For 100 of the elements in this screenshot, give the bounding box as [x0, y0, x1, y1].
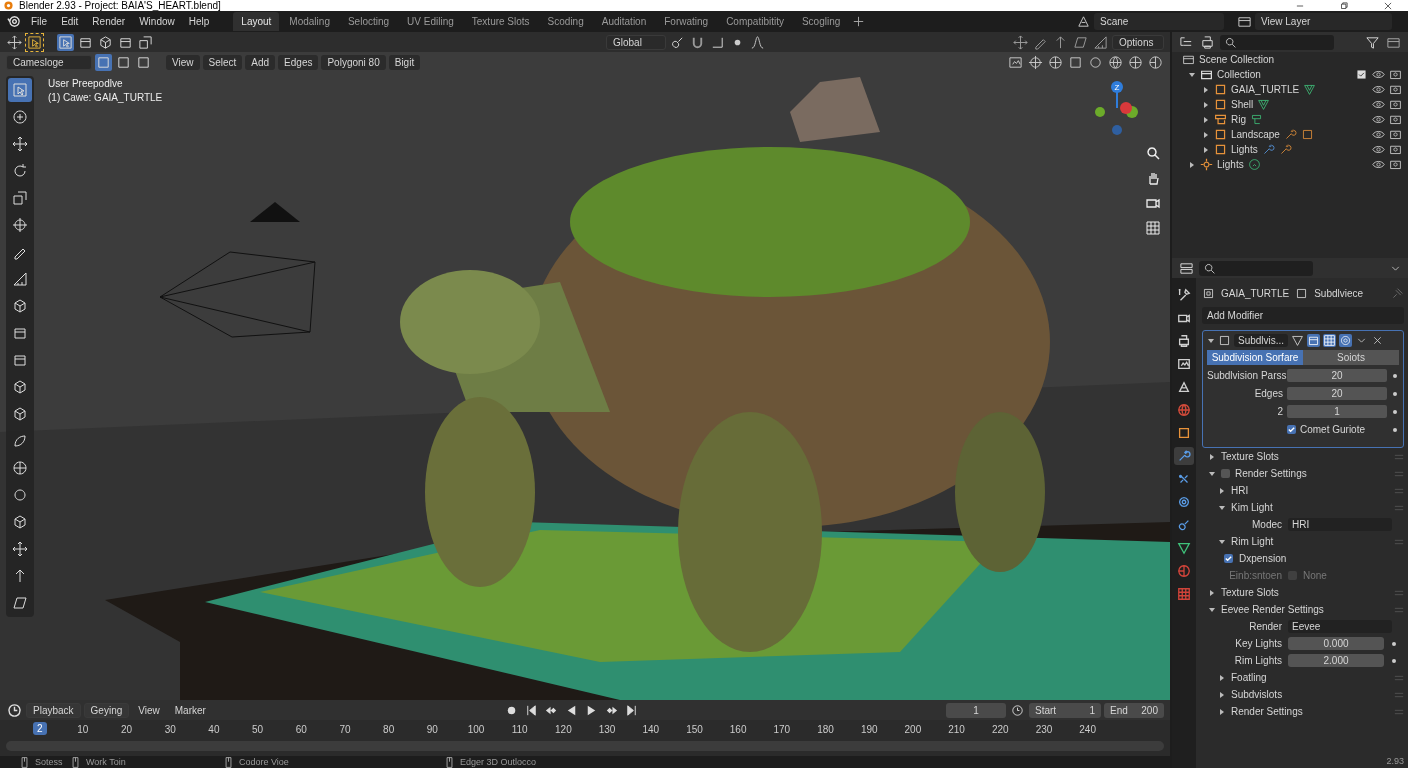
- keyframe-dot[interactable]: [1392, 658, 1396, 663]
- cube-icon[interactable]: [97, 33, 114, 51]
- view-layer-field[interactable]: View Layer: [1255, 13, 1392, 30]
- workspace-tab[interactable]: Scogling: [793, 12, 849, 31]
- section-header[interactable]: HRI: [1231, 485, 1249, 496]
- camera-icon[interactable]: [1389, 83, 1402, 96]
- number-field[interactable]: 2.000: [1288, 654, 1384, 667]
- close-icon[interactable]: [1382, 0, 1394, 11]
- outliner-item[interactable]: Lights: [1217, 159, 1244, 170]
- outliner-item[interactable]: Lights: [1231, 144, 1258, 155]
- number-field[interactable]: 20: [1287, 387, 1387, 400]
- number-field[interactable]: 0.000: [1288, 637, 1384, 650]
- workspace-tab[interactable]: Selocting: [339, 12, 398, 31]
- zoom-icon[interactable]: [1144, 144, 1162, 162]
- outliner-item[interactable]: Shell: [1231, 99, 1254, 110]
- wrench-icon[interactable]: [1278, 143, 1292, 156]
- disclosure-triangle-icon[interactable]: [1188, 160, 1196, 169]
- playhead[interactable]: 2: [33, 722, 47, 735]
- clock-icon[interactable]: [6, 701, 23, 719]
- mode-tab[interactable]: Subdivision Sorfare: [1207, 350, 1303, 365]
- disclosure-triangle-icon[interactable]: [1218, 673, 1226, 682]
- orientation-dropdown[interactable]: Global: [606, 34, 666, 50]
- keyframe-dot[interactable]: [1393, 427, 1397, 432]
- timeline-menu[interactable]: Marker: [168, 702, 212, 718]
- timeline-menu[interactable]: Playback: [26, 702, 81, 718]
- section-header[interactable]: Eevee Render Settings: [1221, 604, 1324, 615]
- dropdown[interactable]: HRI: [1288, 518, 1392, 531]
- scene-icon[interactable]: [1075, 13, 1092, 30]
- workspace-tab[interactable]: Layout: [233, 12, 280, 31]
- section-header[interactable]: Rim Light: [1231, 536, 1274, 547]
- workspace-tab[interactable]: Scoding: [539, 12, 592, 31]
- drag-handle-icon[interactable]: [1394, 503, 1404, 512]
- disclosure-triangle-icon[interactable]: [1218, 707, 1226, 716]
- search-field[interactable]: [1220, 34, 1334, 50]
- disclosure-triangle-icon[interactable]: [1208, 469, 1216, 478]
- workspace-tab[interactable]: Texture Slots: [463, 12, 538, 31]
- timeline-menu[interactable]: Geying: [83, 702, 130, 718]
- drag-handle-icon[interactable]: [1394, 690, 1404, 699]
- section-header[interactable]: Texture Slots: [1221, 451, 1279, 462]
- outliner-item[interactable]: Collection: [1217, 69, 1261, 80]
- camera-icon[interactable]: [1389, 128, 1402, 141]
- camera-icon[interactable]: [1389, 113, 1402, 126]
- falloff-icon[interactable]: [749, 33, 766, 51]
- eye-icon[interactable]: [1372, 158, 1385, 171]
- timeline-menu[interactable]: View: [132, 702, 166, 718]
- checkbox[interactable]: [1221, 469, 1230, 478]
- options-dropdown[interactable]: Options: [1112, 34, 1164, 50]
- disclosure-triangle-icon[interactable]: [1208, 452, 1216, 461]
- workspace-tab[interactable]: Compatibitity: [718, 12, 792, 31]
- keyframe-dot[interactable]: [1393, 409, 1397, 414]
- checkbox-icon[interactable]: [1355, 68, 1368, 81]
- disclosure-triangle-icon[interactable]: [1218, 690, 1226, 699]
- section-header[interactable]: Render Settings: [1235, 468, 1307, 479]
- maximize-icon[interactable]: [1338, 0, 1350, 11]
- drag-handle-icon[interactable]: [1394, 486, 1404, 495]
- eye-icon[interactable]: [1372, 98, 1385, 111]
- editor-type-icon[interactable]: [6, 33, 23, 51]
- disclosure-triangle-icon[interactable]: [1218, 486, 1226, 495]
- drag-handle-icon[interactable]: [1394, 605, 1404, 614]
- bone-icon[interactable]: [1250, 113, 1263, 126]
- scene-field[interactable]: Scane: [1094, 13, 1224, 30]
- bulb-icon[interactable]: [1247, 158, 1261, 171]
- section-header[interactable]: Texture Slots: [1221, 587, 1279, 598]
- transform-icon[interactable]: [1027, 53, 1044, 71]
- eye-icon[interactable]: [1372, 128, 1385, 141]
- drag-handle-icon[interactable]: [1394, 673, 1404, 682]
- wrench-icon[interactable]: [1283, 128, 1297, 141]
- menu-item[interactable]: Window: [133, 14, 181, 29]
- disclosure-triangle-icon[interactable]: [1218, 503, 1226, 512]
- eye-icon[interactable]: [1372, 143, 1385, 156]
- square-icon[interactable]: [1300, 128, 1314, 141]
- checkbox[interactable]: [1224, 554, 1233, 563]
- disclosure-triangle-icon[interactable]: [1207, 336, 1215, 345]
- section-header[interactable]: Kim Light: [1231, 502, 1273, 513]
- eye-icon[interactable]: [1372, 83, 1385, 96]
- camera-icon[interactable]: [1389, 158, 1402, 171]
- disclosure-triangle-icon[interactable]: [1218, 537, 1226, 546]
- current-frame-field[interactable]: 1: [946, 702, 1006, 718]
- checkbox-label[interactable]: Comet Guriote: [1300, 424, 1366, 435]
- end-frame-field[interactable]: End 200: [1104, 702, 1164, 718]
- camera-icon[interactable]: [1389, 98, 1402, 111]
- camera-icon[interactable]: [1389, 143, 1402, 156]
- scale-icon[interactable]: [137, 33, 154, 51]
- checkbox-label[interactable]: Dxpension: [1239, 553, 1287, 564]
- keyframe-dot[interactable]: [1392, 641, 1396, 646]
- drag-handle-icon[interactable]: [1394, 707, 1404, 716]
- checkbox[interactable]: [1287, 425, 1296, 434]
- outliner-item[interactable]: Scene Collection: [1199, 54, 1275, 65]
- drag-handle-icon[interactable]: [1394, 537, 1404, 546]
- outliner-item[interactable]: Landscape: [1231, 129, 1280, 140]
- disclosure-triangle-icon[interactable]: [1202, 85, 1210, 94]
- disclosure-triangle-icon[interactable]: [1202, 130, 1210, 139]
- triangle-icon[interactable]: [1257, 98, 1271, 111]
- keyframe-dot[interactable]: [1393, 391, 1397, 396]
- disclosure-triangle-icon[interactable]: [1202, 145, 1210, 154]
- section-header[interactable]: Subdvislots: [1231, 689, 1283, 700]
- wrench-tab[interactable]: [1174, 447, 1194, 465]
- drag-handle-icon[interactable]: [1394, 469, 1404, 478]
- workspace-tab[interactable]: Auditation: [593, 12, 655, 31]
- dropdown[interactable]: Eevee: [1288, 620, 1392, 633]
